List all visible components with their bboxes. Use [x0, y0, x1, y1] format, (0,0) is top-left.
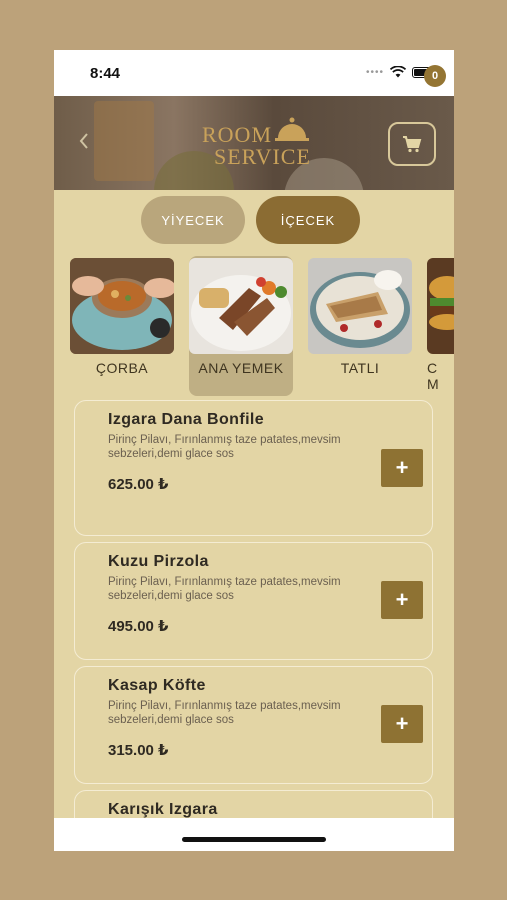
category-partial[interactable]: C M: [427, 256, 454, 396]
main-course-image: [189, 258, 293, 354]
home-indicator[interactable]: [182, 837, 326, 842]
category-label: C M: [427, 360, 440, 392]
room-service-logo: ROOM SERVICE: [194, 116, 314, 172]
home-bar: [54, 818, 454, 851]
soup-image: [70, 258, 174, 354]
item-name: Karışık Izgara: [108, 801, 218, 818]
category-main-course[interactable]: ANA YEMEK: [189, 256, 293, 396]
menu-item-card[interactable]: Izgara Dana Bonfile Pirinç Pilavı, Fırın…: [74, 400, 433, 536]
burger-image: [427, 258, 454, 354]
menu-item-card[interactable]: Kuzu Pirzola Pirinç Pilavı, Fırınlanmış …: [74, 542, 433, 660]
item-name: Kuzu Pirzola: [108, 553, 209, 570]
item-price: 625.00 ₺: [108, 476, 169, 493]
item-description: Pirinç Pilavı, Fırınlanmış taze patates,…: [108, 434, 341, 460]
item-name: Izgara Dana Bonfile: [108, 411, 265, 428]
menu-item-card[interactable]: Kasap Köfte Pirinç Pilavı, Fırınlanmış t…: [74, 666, 433, 784]
category-carousel: ÇORBA ANA YEMEK TATLI C M: [54, 256, 454, 398]
add-to-cart-button[interactable]: +: [381, 581, 423, 619]
add-to-cart-button[interactable]: +: [381, 449, 423, 487]
cart-button[interactable]: [388, 122, 436, 166]
item-description: Pirinç Pilavı, Fırınlanmış taze patates,…: [108, 576, 341, 602]
item-name: Kasap Köfte: [108, 677, 206, 694]
category-label: ÇORBA: [95, 360, 149, 376]
cart-count-badge: 0: [424, 65, 446, 87]
tab-drinks[interactable]: İÇECEK: [256, 196, 360, 244]
wifi-icon: [390, 66, 406, 78]
cart-icon: [403, 136, 422, 153]
phone-screen: 8:44 •••• ROOM SERVICE 0 YİYECEK İÇECEK …: [54, 50, 454, 851]
status-bar: 8:44 ••••: [54, 50, 454, 96]
category-dessert[interactable]: TATLI: [308, 256, 412, 396]
signal-icon: ••••: [365, 66, 384, 78]
category-label: TATLI: [340, 360, 380, 376]
header-banner: ROOM SERVICE: [54, 96, 454, 190]
dessert-image: [308, 258, 412, 354]
cloche-icon: [275, 117, 309, 141]
item-description: Pirinç Pilavı, Fırınlanmış taze patates,…: [108, 700, 341, 726]
tab-food[interactable]: YİYECEK: [141, 196, 245, 244]
category-label: ANA YEMEK: [198, 360, 284, 376]
item-price: 495.00 ₺: [108, 618, 169, 635]
logo-text-service: SERVICE: [214, 144, 311, 169]
item-price: 315.00 ₺: [108, 742, 169, 759]
chevron-left-icon: [79, 133, 88, 149]
back-button[interactable]: [78, 130, 90, 156]
status-time: 8:44: [90, 65, 121, 82]
category-soup[interactable]: ÇORBA: [70, 256, 174, 396]
add-to-cart-button[interactable]: +: [381, 705, 423, 743]
